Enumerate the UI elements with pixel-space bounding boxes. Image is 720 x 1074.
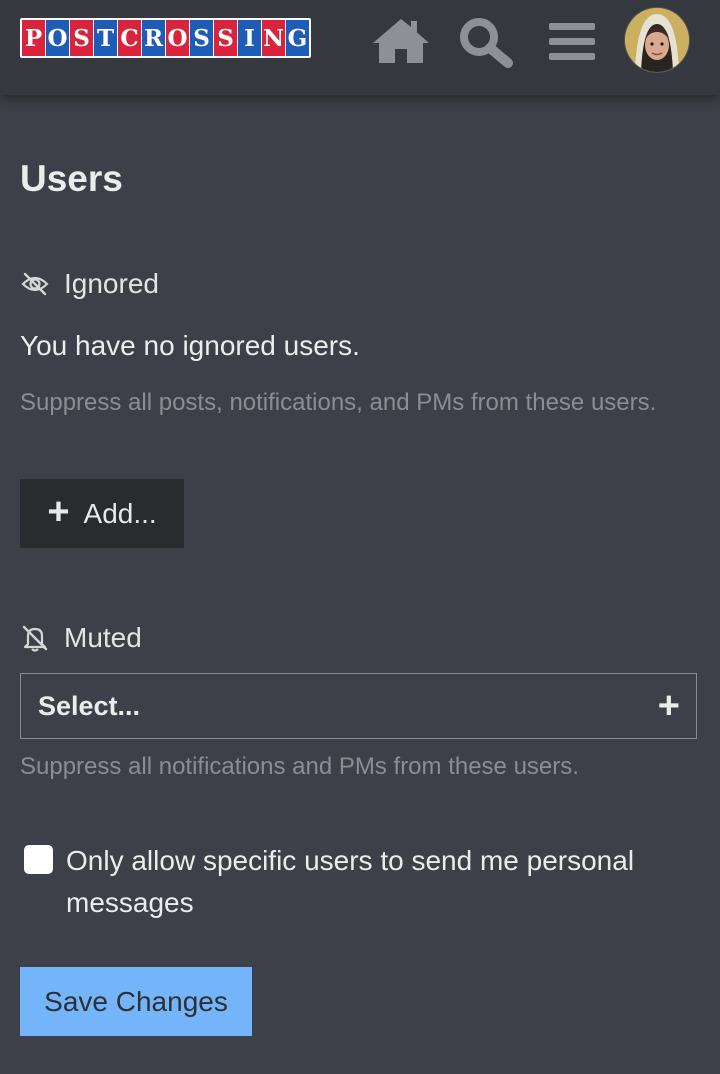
eye-slash-icon <box>20 269 50 299</box>
muted-section-heading: Muted <box>20 622 142 654</box>
ignored-label: Ignored <box>64 268 159 299</box>
user-avatar[interactable] <box>625 8 689 72</box>
logo-letter: I <box>238 20 261 56</box>
logo-letter: O <box>166 20 189 56</box>
pm-allowlist-checkbox[interactable] <box>24 845 53 874</box>
pm-allowlist-label[interactable]: Only allow specific users to send me per… <box>66 840 694 924</box>
pm-allowlist-setting: Only allow specific users to send me per… <box>24 840 694 924</box>
ignored-empty-message: You have no ignored users. <box>20 330 360 361</box>
save-changes-button[interactable]: Save Changes <box>20 967 252 1036</box>
muted-label: Muted <box>64 622 142 653</box>
ignored-help-text: Suppress all posts, notifications, and P… <box>20 389 657 416</box>
muted-users-select[interactable]: Select... + <box>20 673 697 739</box>
bell-slash-icon <box>20 623 50 653</box>
top-header: P O S T C R O S S I N G <box>0 0 720 95</box>
logo-letter: S <box>190 20 213 56</box>
postcrossing-logo[interactable]: P O S T C R O S S I N G <box>20 18 311 58</box>
ignored-section-heading: Ignored <box>20 268 159 300</box>
logo-letter: R <box>142 20 165 56</box>
logo-letter: O <box>46 20 69 56</box>
logo-letter: P <box>22 20 45 56</box>
select-placeholder: Select... <box>38 690 141 721</box>
page-title: Users <box>20 158 123 199</box>
logo-letter: G <box>286 20 309 56</box>
plus-icon: + <box>657 685 680 727</box>
home-icon[interactable] <box>371 17 431 70</box>
add-button-label: Add... <box>83 497 157 529</box>
logo-letter: S <box>70 20 93 56</box>
add-ignored-user-button[interactable]: + Add... <box>20 479 184 548</box>
muted-help-text: Suppress all notifications and PMs from … <box>20 753 579 780</box>
menu-icon[interactable] <box>547 22 597 67</box>
search-icon[interactable] <box>458 16 514 73</box>
logo-letter: C <box>118 20 141 56</box>
logo-letter: T <box>94 20 117 56</box>
plus-icon: + <box>47 490 70 533</box>
logo-letter: N <box>262 20 285 56</box>
logo-letter: S <box>214 20 237 56</box>
